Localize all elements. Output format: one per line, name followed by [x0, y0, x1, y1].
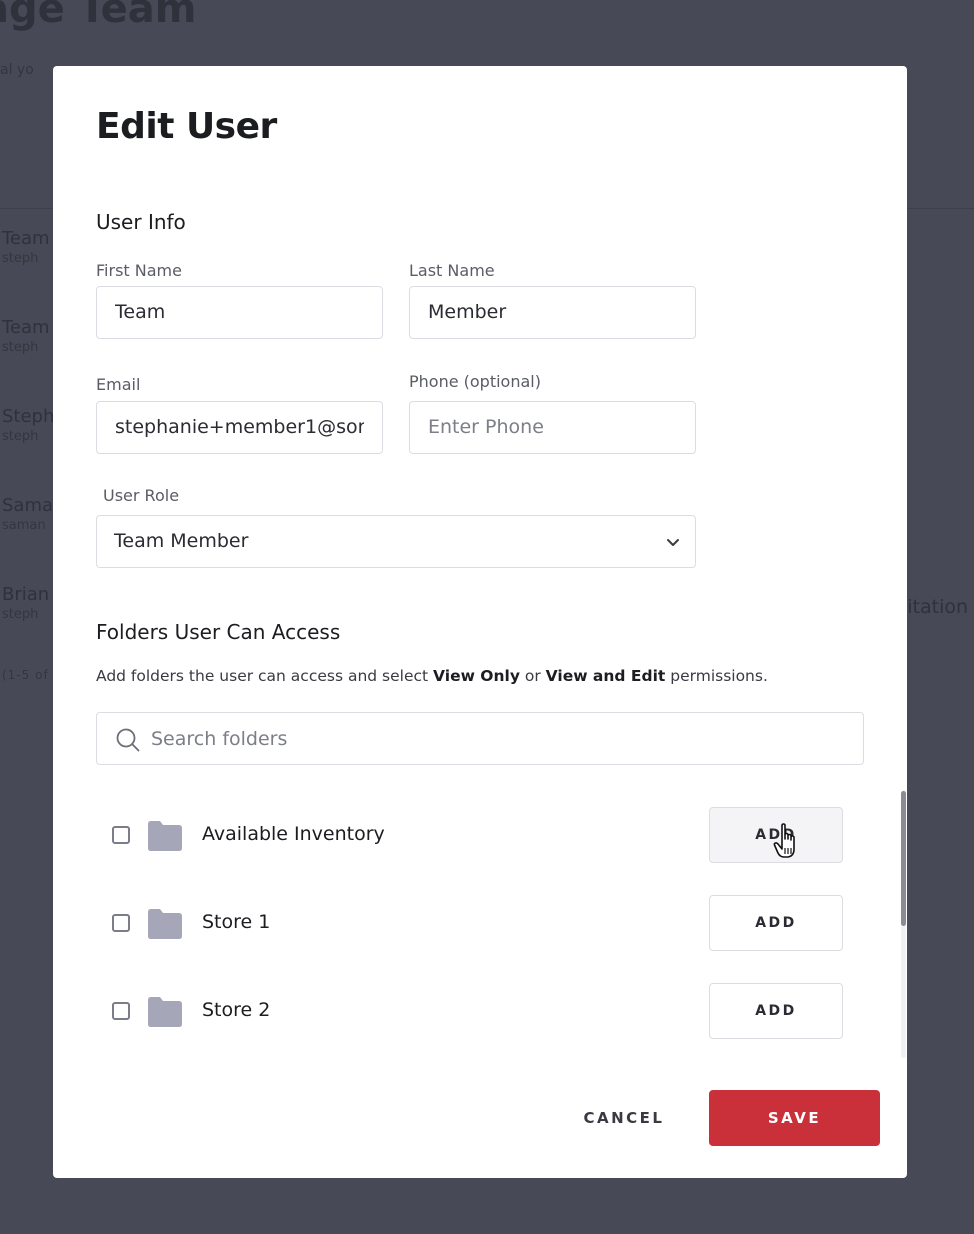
folder-list-scroll-thumb[interactable]	[901, 791, 906, 926]
email-field[interactable]	[96, 401, 383, 454]
folder-row-store-2: Store 2 ADD	[96, 983, 859, 1039]
background-user-row: Brian steph	[2, 584, 49, 622]
add-folder-button[interactable]: ADD	[709, 983, 843, 1039]
view-and-edit-text: View and Edit	[545, 667, 666, 685]
background-user-name: Team	[2, 317, 50, 338]
phone-input[interactable]	[428, 416, 677, 438]
background-user-row: Steph steph	[2, 406, 54, 444]
background-page-subtitle: al yo	[0, 62, 34, 78]
phone-label: Phone (optional)	[409, 372, 541, 391]
folder-name: Store 1	[202, 911, 271, 933]
folder-search-input[interactable]	[151, 713, 841, 764]
background-user-row: Sama saman	[2, 495, 53, 533]
add-folder-button[interactable]: ADD	[709, 895, 843, 951]
view-only-text: View Only	[433, 667, 520, 685]
folder-checkbox[interactable]	[112, 1002, 130, 1020]
last-name-label: Last Name	[409, 261, 495, 280]
phone-field[interactable]	[409, 401, 696, 454]
folders-description: Add folders the user can access and sele…	[96, 667, 768, 685]
folders-description-suffix: permissions.	[665, 667, 768, 685]
background-user-email: steph	[2, 429, 39, 444]
folder-row-available-inventory: Available Inventory ADD	[96, 807, 859, 863]
user-role-label: User Role	[103, 486, 180, 505]
folder-name: Store 2	[202, 999, 271, 1021]
folders-description-prefix: Add folders the user can access and sele…	[96, 667, 434, 685]
background-page-title: age Team	[0, 0, 197, 32]
folder-row-store-1: Store 1 ADD	[96, 895, 859, 951]
edit-user-modal: Edit User User Info First Name Last Name…	[53, 66, 907, 1178]
cancel-button[interactable]: CANCEL	[568, 1091, 680, 1145]
background-user-email: saman	[2, 518, 46, 533]
email-input[interactable]	[115, 416, 364, 438]
folder-icon	[148, 997, 182, 1027]
first-name-label: First Name	[96, 261, 182, 280]
search-icon	[116, 728, 140, 752]
folder-name: Available Inventory	[202, 823, 385, 845]
folder-checkbox[interactable]	[112, 914, 130, 932]
background-user-email: steph	[2, 607, 39, 622]
folder-list: Available Inventory ADD Store 1 ADD Stor…	[96, 788, 859, 1058]
user-info-heading: User Info	[96, 210, 186, 234]
first-name-input[interactable]	[115, 301, 364, 323]
save-button[interactable]: SAVE	[709, 1090, 880, 1146]
first-name-field[interactable]	[96, 286, 383, 339]
chevron-down-icon	[667, 539, 679, 546]
background-user-email: steph	[2, 340, 39, 355]
background-user-name: Steph	[2, 406, 55, 427]
last-name-field[interactable]	[409, 286, 696, 339]
folders-heading: Folders User Can Access	[96, 620, 341, 644]
background-user-name: Team	[2, 228, 50, 249]
folder-icon	[148, 821, 182, 851]
modal-title: Edit User	[96, 106, 277, 147]
email-label: Email	[96, 375, 141, 394]
background-user-email: steph	[2, 251, 39, 266]
background-user-name: Brian	[2, 584, 50, 605]
background-user-row: Team steph	[2, 228, 50, 266]
user-role-select[interactable]: Team Member	[96, 515, 696, 568]
folder-checkbox[interactable]	[112, 826, 130, 844]
user-role-value: Team Member	[114, 530, 249, 552]
last-name-input[interactable]	[428, 301, 677, 323]
folder-icon	[148, 909, 182, 939]
folder-search[interactable]	[96, 712, 864, 765]
background-user-name: Sama	[2, 495, 54, 516]
background-user-row: Team steph	[2, 317, 50, 355]
folders-description-mid: or	[519, 667, 546, 685]
hand-pointer-icon	[773, 823, 795, 858]
